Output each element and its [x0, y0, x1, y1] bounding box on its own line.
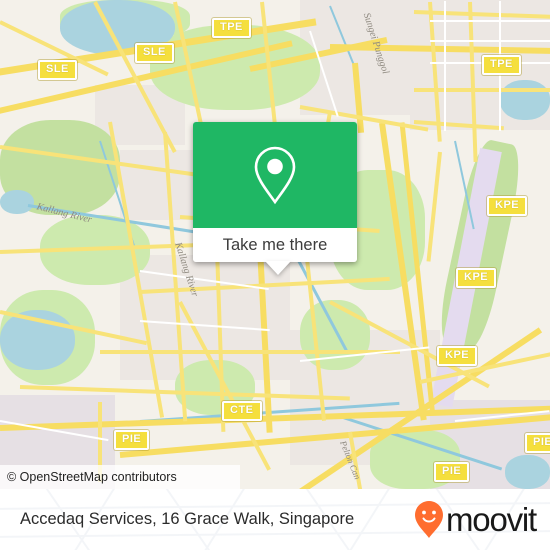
moovit-pin-smiley-icon — [415, 500, 443, 538]
highway-shield[interactable]: KPE — [487, 196, 528, 216]
highway-shield[interactable]: PIE — [525, 433, 550, 453]
map-attribution[interactable]: © OpenStreetMap contributors — [0, 465, 240, 489]
highway-shield[interactable]: SLE — [38, 60, 77, 80]
highway-shield[interactable]: PIE — [114, 430, 150, 450]
moovit-wordmark: moovit — [446, 501, 537, 538]
moovit-map-share-card: Kallang River Kallang River Sungei Pungg… — [0, 0, 550, 550]
highway-shield[interactable]: TPE — [212, 18, 251, 38]
moovit-brand[interactable]: moovit — [414, 500, 537, 540]
highway-shield[interactable]: CTE — [222, 401, 262, 421]
popup-action-area[interactable]: Take me there — [193, 228, 357, 275]
footer-content: Accedaq Services, 16 Grace Walk, Singapo… — [0, 489, 550, 550]
location-popup[interactable]: Take me there — [193, 122, 357, 275]
footer-bar: Accedaq Services, 16 Grace Walk, Singapo… — [0, 489, 550, 550]
highway-shield[interactable]: KPE — [456, 268, 497, 288]
place-title: Accedaq Services, 16 Grace Walk, Singapo… — [20, 510, 355, 528]
popup-icon-area — [193, 122, 357, 228]
highway-shield[interactable]: SLE — [135, 43, 174, 63]
popup-pointer-tail — [265, 261, 291, 275]
map-canvas[interactable]: Kallang River Kallang River Sungei Pungg… — [0, 0, 550, 489]
take-me-there-label: Take me there — [222, 235, 328, 254]
attribution-text: © OpenStreetMap contributors — [7, 470, 177, 484]
highway-shield[interactable]: KPE — [437, 346, 478, 366]
highway-shield[interactable]: TPE — [482, 55, 521, 75]
map-pin-icon — [254, 146, 296, 205]
highway-shield[interactable]: PIE — [434, 462, 470, 482]
